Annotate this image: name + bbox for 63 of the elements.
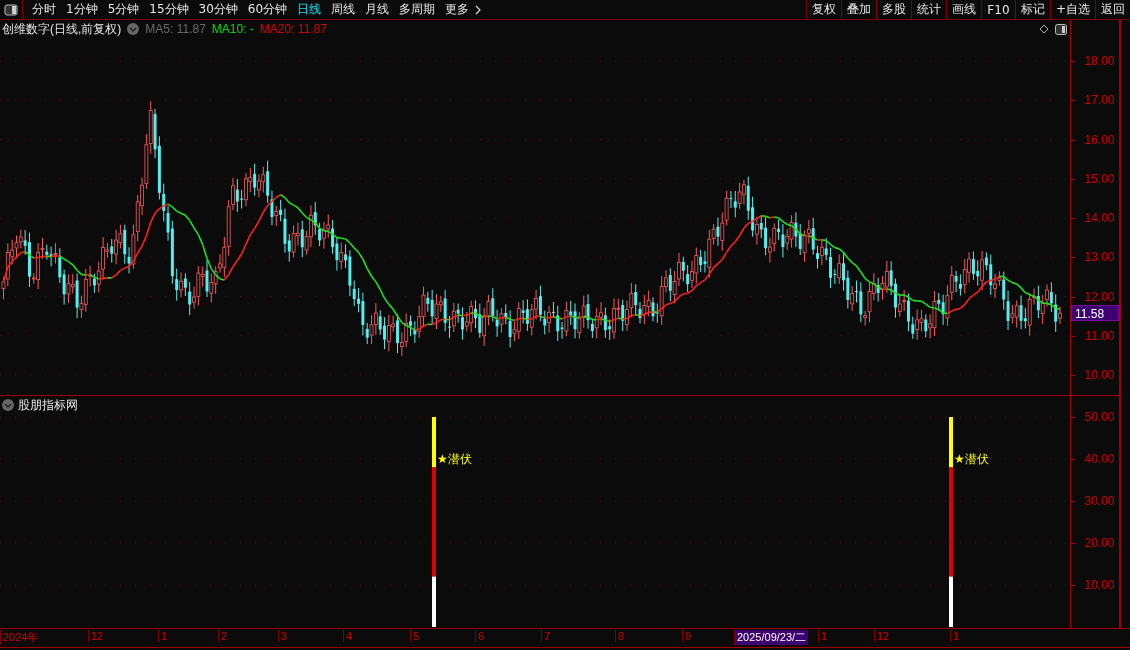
- date-label: 1: [950, 630, 962, 642]
- axis-label: 40.00: [1084, 452, 1115, 466]
- axis-label: 50.00: [1084, 410, 1115, 424]
- panel-toggle-icon[interactable]: [1055, 23, 1067, 35]
- toolbar-button[interactable]: 叠加: [840, 0, 876, 19]
- date-label: 12: [874, 630, 892, 642]
- axis-label: 15.00: [1084, 171, 1115, 186]
- axis-label: 16.00: [1084, 132, 1115, 147]
- date-label: 9: [682, 630, 694, 642]
- period-tab[interactable]: 日线: [292, 1, 327, 18]
- period-tab[interactable]: 分时: [27, 1, 61, 18]
- signal-label: ★潜伏: [437, 452, 472, 466]
- indicator-title: 股朋指标网: [18, 396, 78, 414]
- date-label: 6: [475, 630, 487, 642]
- toolbar-button[interactable]: 画线: [945, 0, 981, 19]
- axis-label: 12.00: [1084, 289, 1115, 304]
- axis-label: 18.00: [1084, 54, 1115, 68]
- toolbar-button[interactable]: +自选: [1049, 0, 1095, 19]
- period-tab[interactable]: 周线: [326, 1, 361, 18]
- toolbar-button[interactable]: F10: [980, 0, 1015, 19]
- axis-label: 10.00: [1084, 368, 1115, 382]
- axis-label: 30.00: [1084, 494, 1115, 508]
- axis-label: 13.00: [1084, 250, 1115, 265]
- date-label: 4: [343, 630, 355, 642]
- axis-label: 10.00: [1084, 578, 1115, 592]
- indicator-value: MA5: 11.87: [145, 22, 206, 36]
- period-tab[interactable]: 更多: [440, 1, 475, 18]
- panel-toggle-icon[interactable]: [4, 3, 18, 16]
- toolbar-button[interactable]: 统计: [910, 0, 946, 19]
- date-label: 2025/09/23/二: [734, 630, 809, 645]
- signal-label: ★潜伏: [954, 452, 989, 466]
- toolbar-button[interactable]: 多股: [875, 0, 911, 19]
- date-label: 5: [410, 630, 422, 642]
- date-label: 2: [218, 630, 230, 642]
- date-label: 2024年: [0, 630, 41, 645]
- date-label: 1: [818, 630, 830, 642]
- indicator-value: MA20: 11.87: [259, 22, 327, 36]
- date-label: 3: [278, 630, 290, 642]
- period-tab[interactable]: 60分钟: [242, 1, 293, 18]
- period-tab[interactable]: 5分钟: [102, 1, 145, 18]
- axis-label: 17.00: [1084, 93, 1115, 108]
- toolbar-button[interactable]: 复权: [805, 0, 841, 19]
- dropdown-icon[interactable]: [127, 23, 140, 35]
- date-label: 8: [615, 630, 627, 642]
- date-label: 12: [88, 630, 106, 642]
- period-tab[interactable]: 月线: [360, 1, 395, 18]
- period-tab[interactable]: 15分钟: [144, 1, 194, 18]
- date-label: 7: [541, 630, 553, 642]
- chevron-right-icon[interactable]: [474, 4, 483, 15]
- period-tab[interactable]: 多周期: [394, 1, 441, 18]
- axis-label: 11.00: [1085, 328, 1115, 343]
- indicator-value: MA10: -: [211, 22, 254, 36]
- period-tab[interactable]: 1分钟: [61, 1, 103, 18]
- stock-title: 创维数字(日线,前复权): [2, 20, 122, 38]
- axis-label: 14.00: [1084, 211, 1115, 225]
- date-label: 1: [158, 630, 170, 642]
- dropdown-icon[interactable]: [2, 399, 14, 411]
- axis-label: 20.00: [1084, 536, 1115, 550]
- toolbar-button[interactable]: 标记: [1014, 0, 1050, 19]
- toolbar-button[interactable]: 返回: [1095, 0, 1130, 19]
- diamond-icon[interactable]: [1039, 24, 1049, 34]
- last-price-tag: 11.58: [1071, 305, 1119, 321]
- period-tab[interactable]: 30分钟: [193, 1, 243, 18]
